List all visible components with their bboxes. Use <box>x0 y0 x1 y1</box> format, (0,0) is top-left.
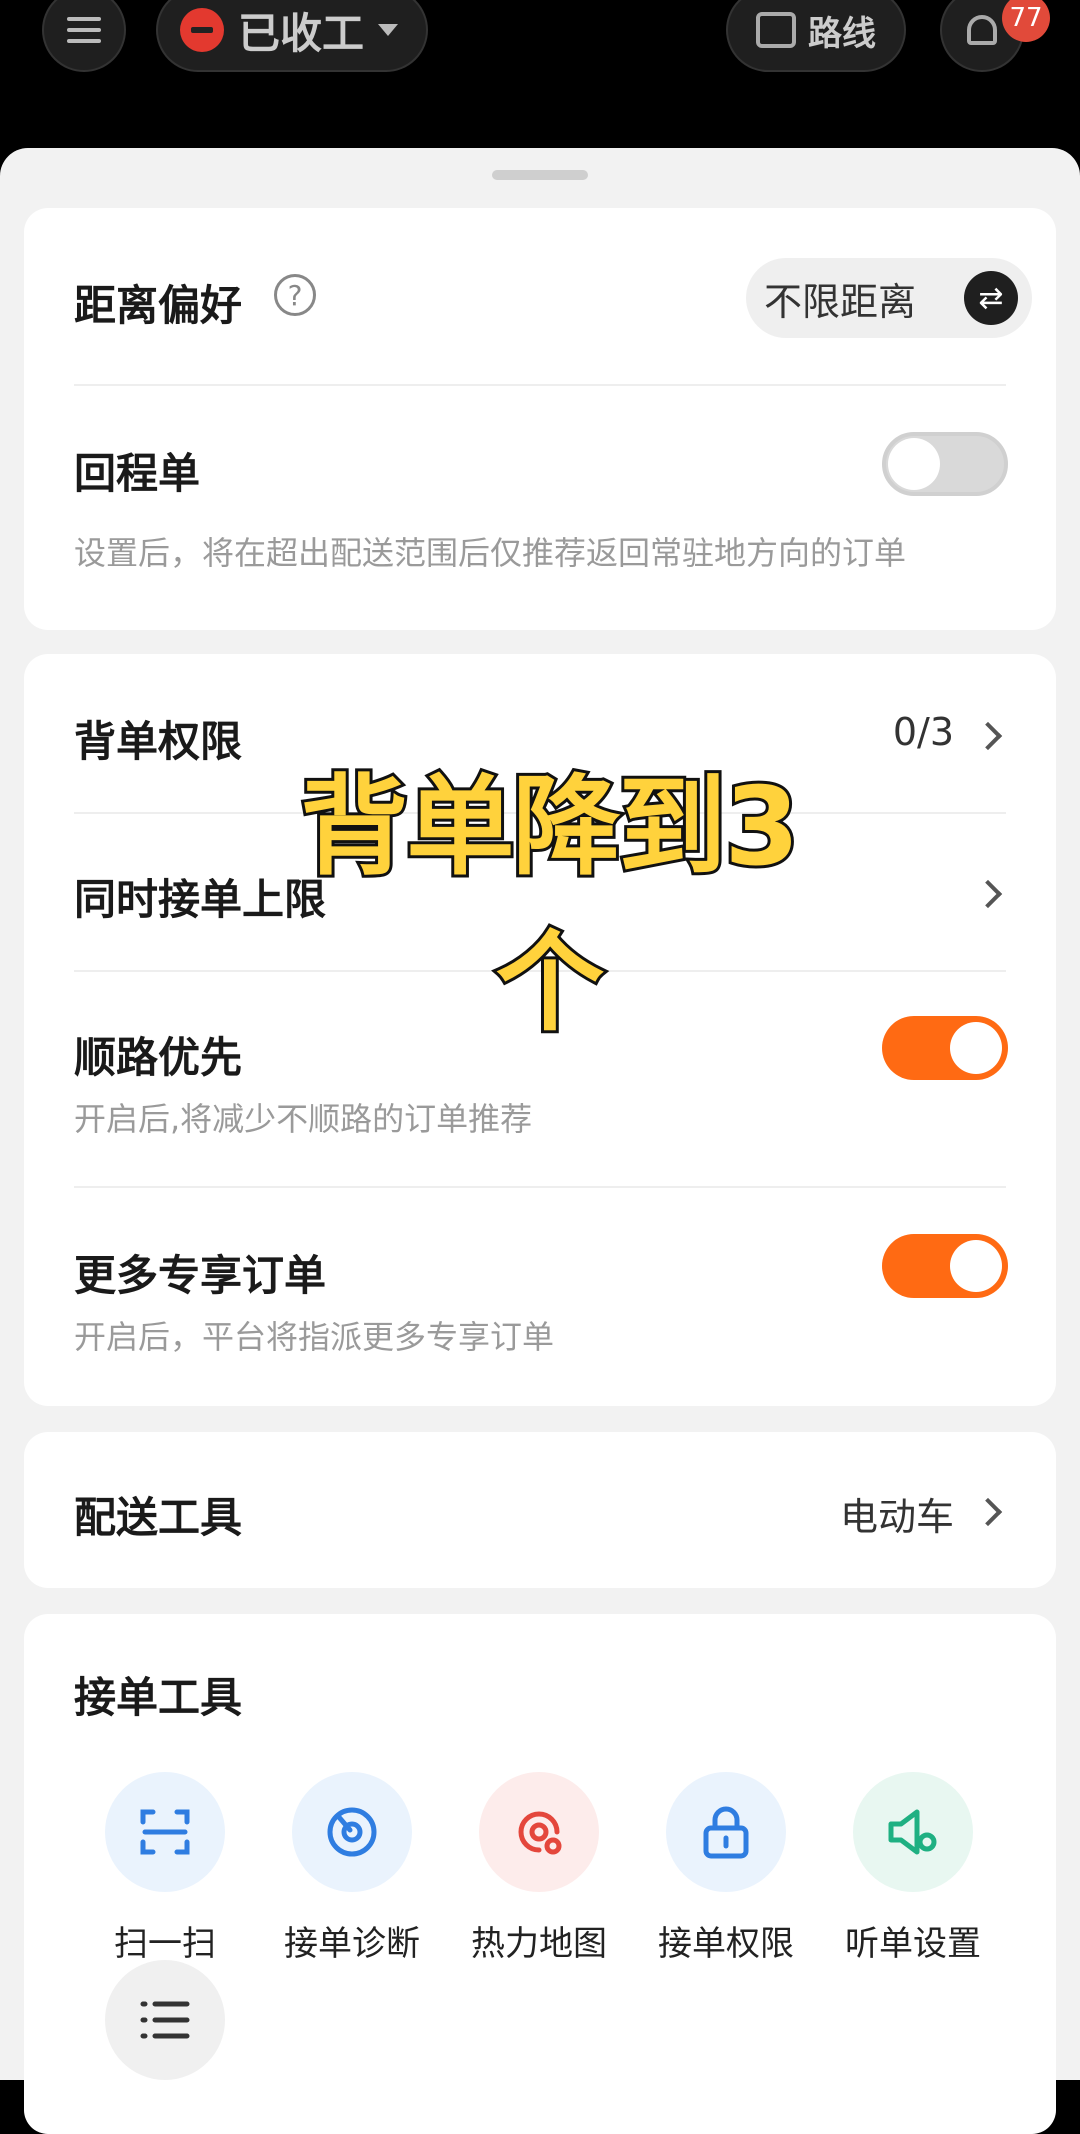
tool-heatmap[interactable]: 热力地图 <box>459 1772 619 1965</box>
work-status-label: 已收工 <box>238 8 365 58</box>
exclusive-orders-title: 更多专享订单 <box>74 1251 327 1300</box>
swap-icon: ⇄ <box>964 271 1018 325</box>
along-route-toggle[interactable] <box>882 1016 1008 1080</box>
route-button[interactable]: 路线 <box>726 0 906 72</box>
tool-scan[interactable]: 扫一扫 <box>85 1772 245 1965</box>
overlay-caption: 背单降到3个 <box>297 762 802 1049</box>
stop-icon <box>180 8 224 52</box>
exclusive-orders-description: 开启后，平台将指派更多专享订单 <box>74 1318 555 1356</box>
scan-icon <box>105 1772 225 1892</box>
along-route-title: 顺路优先 <box>74 1033 243 1082</box>
return-trip-description: 设置后，将在超出配送范围后仅推荐返回常驻地方向的订单 <box>74 534 907 572</box>
map-icon <box>756 12 796 48</box>
exclusive-orders-toggle[interactable] <box>882 1234 1008 1298</box>
return-trip-toggle[interactable] <box>882 432 1008 496</box>
return-trip-title: 回程单 <box>74 449 201 498</box>
distance-preference-title: 距离偏好 <box>74 281 243 330</box>
top-bar: 已收工 路线 77 <box>0 0 1080 150</box>
distance-value: 不限距离 <box>764 279 917 324</box>
distance-selector[interactable]: 不限距离 ⇄ <box>746 258 1032 338</box>
tool-label: 接单诊断 <box>284 1924 420 1964</box>
tool-diagnosis[interactable]: 接单诊断 <box>272 1772 432 1965</box>
work-status-dropdown[interactable]: 已收工 <box>156 0 428 72</box>
route-label: 路线 <box>808 13 876 54</box>
chevron-right-icon[interactable] <box>973 1497 1003 1527</box>
chevron-right-icon[interactable] <box>973 879 1003 909</box>
distance-card: 距离偏好 ? 不限距离 ⇄ 回程单 设置后，将在超出配送范围后仅推荐返回常驻地方… <box>24 208 1056 630</box>
tool-listen-settings[interactable]: 听单设置 <box>833 1772 993 1965</box>
help-icon[interactable]: ? <box>274 274 316 316</box>
hamburger-icon <box>67 17 101 43</box>
menu-button[interactable] <box>42 0 126 72</box>
bell-icon <box>967 15 997 45</box>
order-tools-title: 接单工具 <box>74 1673 243 1722</box>
caret-down-icon <box>378 24 399 36</box>
delivery-tool-title: 配送工具 <box>74 1493 243 1542</box>
list-icon <box>105 1960 225 2080</box>
backlog-permission-value: 0/3 <box>892 710 954 754</box>
lock-icon <box>666 1772 786 1892</box>
divider <box>74 1186 1006 1188</box>
diagnosis-icon <box>292 1772 412 1892</box>
divider <box>74 384 1006 386</box>
settings-sheet: 距离偏好 ? 不限距离 ⇄ 回程单 设置后，将在超出配送范围后仅推荐返回常驻地方… <box>0 148 1080 2134</box>
delivery-tool-card[interactable]: 配送工具 电动车 <box>24 1432 1056 1588</box>
tool-label: 热力地图 <box>471 1924 607 1964</box>
backlog-permission-title: 背单权限 <box>74 717 243 766</box>
speaker-settings-icon <box>853 1772 973 1892</box>
tool-label: 扫一扫 <box>114 1924 216 1964</box>
sheet-drag-handle[interactable] <box>492 170 588 180</box>
tool-label: 听单设置 <box>845 1924 981 1964</box>
order-tools-card: 接单工具 扫一扫 接单诊断 热力地图 接单权限 听单设置 <box>24 1614 1056 2134</box>
heatmap-icon <box>479 1772 599 1892</box>
chevron-right-icon[interactable] <box>973 721 1003 751</box>
tool-label: 接单权限 <box>658 1924 794 1964</box>
delivery-tool-value: 电动车 <box>839 1495 954 1539</box>
along-route-description: 开启后,将减少不顺路的订单推荐 <box>74 1100 533 1138</box>
tool-more[interactable] <box>85 1960 245 2080</box>
tool-permission[interactable]: 接单权限 <box>646 1772 806 1965</box>
notification-badge: 77 <box>1002 0 1050 42</box>
